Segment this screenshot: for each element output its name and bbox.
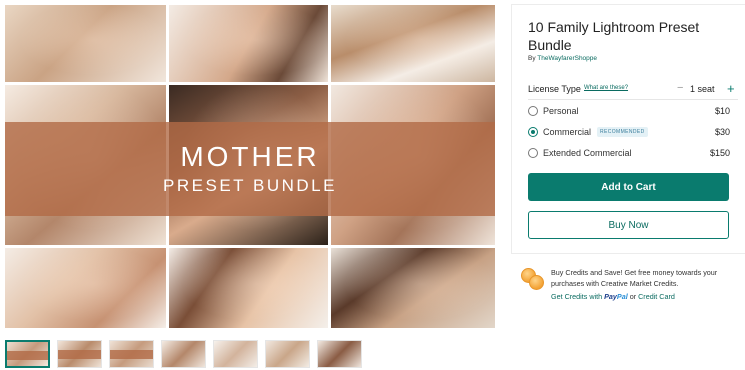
- license-option-label: Personal: [543, 106, 579, 116]
- license-option-price: $10: [714, 106, 730, 116]
- license-option-commercial[interactable]: Commercial RECOMMENDED $30: [528, 125, 738, 139]
- license-option-price: $150: [709, 148, 730, 158]
- credits-links: Get Credits with PayPal or Credit Card: [551, 292, 675, 301]
- license-type-label: License Type: [528, 84, 581, 94]
- thumbnail-1[interactable]: [5, 340, 50, 368]
- radio-icon[interactable]: [528, 106, 538, 116]
- credits-promo: Buy Credits and Save! Get free money tow…: [521, 266, 745, 308]
- coins-icon: [521, 268, 545, 290]
- thumbnail-7[interactable]: [317, 340, 362, 368]
- paypal-pay-text: Pay: [604, 292, 617, 301]
- paypal-pal-text: Pal: [616, 292, 628, 301]
- credits-promo-text: Buy Credits and Save! Get free money tow…: [551, 268, 718, 288]
- seat-decrease-button[interactable]: −: [677, 82, 683, 94]
- photo-tile: [331, 5, 495, 82]
- product-gallery[interactable]: MOTHER PRESET BUNDLE: [5, 5, 495, 328]
- thumbnail-2[interactable]: [57, 340, 102, 368]
- license-help-link[interactable]: What are these?: [584, 85, 628, 91]
- credit-card-link[interactable]: Credit Card: [638, 292, 675, 301]
- thumbnail-strip: [5, 340, 362, 369]
- photo-tile: [5, 248, 166, 328]
- thumbnail-4[interactable]: [161, 340, 206, 368]
- license-option-extended-commercial[interactable]: Extended Commercial $150: [528, 146, 738, 160]
- thumbnail-5[interactable]: [213, 340, 258, 368]
- license-option-label: Extended Commercial: [543, 148, 632, 158]
- or-text: or: [627, 292, 639, 301]
- by-label: By: [528, 55, 538, 62]
- radio-selected-icon[interactable]: [528, 127, 538, 137]
- add-to-cart-button[interactable]: Add to Cart: [528, 173, 729, 201]
- paypal-logo[interactable]: PayPal: [604, 292, 628, 301]
- shop-link[interactable]: TheWayfarerShoppe: [537, 55, 597, 62]
- recommended-badge: RECOMMENDED: [597, 127, 648, 137]
- thumbnail-6[interactable]: [265, 340, 310, 368]
- get-credits-label[interactable]: Get Credits with: [551, 292, 604, 301]
- license-row: License Type What are these? − 1 seat +: [528, 81, 738, 96]
- radio-icon[interactable]: [528, 148, 538, 158]
- divider: [528, 99, 738, 100]
- purchase-panel: 10 Family Lightroom Preset Bundle By The…: [511, 4, 745, 254]
- photo-tile: [5, 5, 166, 82]
- seat-increase-button[interactable]: +: [727, 81, 735, 96]
- license-option-personal[interactable]: Personal $10: [528, 104, 738, 118]
- banner-subtitle: PRESET BUNDLE: [163, 176, 337, 195]
- product-title: 10 Family Lightroom Preset Bundle: [528, 19, 700, 53]
- photo-tile: [169, 248, 328, 328]
- license-option-price: $30: [714, 127, 730, 137]
- license-option-label: Commercial: [543, 127, 592, 137]
- photo-tile: [169, 5, 328, 82]
- title-banner: MOTHER PRESET BUNDLE: [5, 122, 495, 216]
- thumbnail-3[interactable]: [109, 340, 154, 368]
- shop-byline: By TheWayfarerShoppe: [528, 55, 597, 62]
- buy-now-button[interactable]: Buy Now: [528, 211, 729, 239]
- seat-count: 1 seat: [690, 84, 715, 94]
- photo-tile: [331, 248, 495, 328]
- banner-title: MOTHER: [180, 141, 320, 172]
